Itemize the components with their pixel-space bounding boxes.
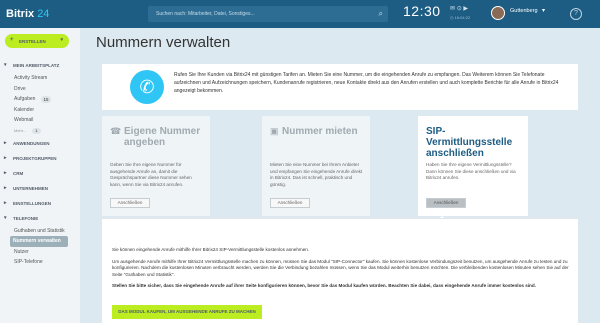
card-title: Nummer mieten xyxy=(282,126,358,137)
tray-icons[interactable]: ✉ ⊙ ▶ xyxy=(450,5,468,12)
menu-icon: ▾ xyxy=(4,62,7,68)
chevron-down-icon: ▾ xyxy=(4,214,7,221)
sidebar-nav: ▾ MEIN ARBEITSPLATZ Activity Stream Drive… xyxy=(0,58,80,268)
sidebar-section-settings[interactable]: ▸ EINSTELLUNGEN xyxy=(0,196,80,211)
details-text-outgoing: Um ausgehende Anrufe mithilfe Ihrer Bitr… xyxy=(112,259,569,277)
create-label: ERSTELLEN xyxy=(19,38,46,44)
details-panel: Sie können eingehende Anrufe mithilfe Ih… xyxy=(102,218,578,323)
details-text-note: Stellen Sie bitte sicher, dass Sie einge… xyxy=(112,283,536,288)
chevron-right-icon: ▸ xyxy=(4,169,7,176)
help-icon[interactable]: ? xyxy=(570,8,582,20)
sidebar-section-label: CRM xyxy=(13,170,24,176)
more-label: Mehr... xyxy=(14,128,27,133)
sidebar-item-numbers[interactable]: Nummern verwalten xyxy=(10,236,68,247)
sidebar-item-label: SIP-Telefone xyxy=(14,259,43,266)
sidebar-section-label: TELEFONIE xyxy=(13,215,39,221)
plus-icon: + xyxy=(10,37,14,43)
page-title: Nummern verwalten xyxy=(96,34,231,51)
sidebar-section-apps[interactable]: ▸ ANWENDUNGEN xyxy=(0,136,80,151)
count-badge: 1 xyxy=(32,127,41,134)
card-title: Eigene Nummer angeben xyxy=(124,126,201,148)
sidebar-item-balance[interactable]: Guthaben und Statistik xyxy=(0,226,80,237)
logo-text: Bitrix xyxy=(6,8,35,20)
chevron-right-icon: ▸ xyxy=(4,199,7,206)
user-name[interactable]: Guttenberg xyxy=(510,8,538,14)
card-title: SIP-Vermittlungsstelle anschließen xyxy=(426,126,513,159)
sidebar-item-label: Nummern verwalten xyxy=(13,238,61,245)
intro-panel: ✆ Rufen Sie Ihre Kunden via Bitrix24 mit… xyxy=(102,64,578,110)
card-sip-pbx[interactable]: SIP-Vermittlungsstelle anschließen Haben… xyxy=(418,116,528,216)
sidebar-section-label: EINSTELLUNGEN xyxy=(13,200,52,206)
card-rent-number[interactable]: ▣ Nummer mieten Mieten Sie eine Nummer b… xyxy=(262,116,370,216)
sidebar-item-sip-phones[interactable]: SIP-Telefone xyxy=(0,257,80,268)
sidebar-section-projects[interactable]: ▸ PROJEKTGRUPPEN xyxy=(0,151,80,166)
connect-button[interactable]: Anschließen xyxy=(110,198,150,208)
chevron-down-icon[interactable]: ▾ xyxy=(542,7,545,14)
card-description: Haben Sie Ihre eigene Vermittlungsstelle… xyxy=(426,162,516,180)
sidebar-section-label: ANWENDUNGEN xyxy=(13,140,50,146)
search-input[interactable]: Suchen nach: Mitarbeiter, Datei, Sonstig… xyxy=(148,6,388,22)
sidebar-more[interactable]: Mehr... 1 xyxy=(0,126,80,136)
sidebar-section-company[interactable]: ▸ UNTERNEHMEN xyxy=(0,181,80,196)
sidebar-item-label: Guthaben und Statistik xyxy=(14,227,65,234)
sidebar-item-tasks[interactable]: Aufgaben 15 xyxy=(0,94,80,105)
count-badge: 15 xyxy=(41,95,51,103)
sidebar-section-label: UNTERNEHMEN xyxy=(13,185,49,191)
sidebar-section-crm[interactable]: ▸ CRM xyxy=(0,166,80,181)
sidebar-item-label: Nutzer xyxy=(14,248,29,255)
logo[interactable]: Bitrix 24 xyxy=(0,8,80,20)
sidebar-item-drive[interactable]: Drive xyxy=(0,84,80,95)
sidebar-item-activity-stream[interactable]: Activity Stream xyxy=(0,73,80,84)
search-icon[interactable]: ⌕ xyxy=(379,9,383,19)
sim-icon: ▣ xyxy=(270,126,279,136)
top-bar: Bitrix 24 Suchen nach: Mitarbeiter, Date… xyxy=(0,0,600,28)
sidebar-section-workspace[interactable]: ▾ MEIN ARBEITSPLATZ xyxy=(0,58,80,73)
tray-status: ◷ 16:04:22 xyxy=(450,15,471,20)
sidebar-section-label: PROJEKTGRUPPEN xyxy=(13,155,57,161)
buy-module-button[interactable]: DAS MODUL KAUFEN, UM AUSGEHENDE ANRUFE Z… xyxy=(112,305,262,319)
card-description: Mieten Sie eine Nummer bei Ihrem Anbiete… xyxy=(270,162,363,187)
clock[interactable]: 12:30 xyxy=(403,3,441,19)
sidebar-item-label: Kalender xyxy=(14,106,35,113)
phone-icon: ✆ xyxy=(130,70,164,104)
search-placeholder: Suchen nach: Mitarbeiter, Datei, Sonstig… xyxy=(156,11,255,17)
create-button[interactable]: + ERSTELLEN ▾ xyxy=(5,34,69,48)
sidebar-section-label: MEIN ARBEITSPLATZ xyxy=(13,63,60,68)
sidebar-item-webmail[interactable]: Webmail xyxy=(0,115,80,126)
chevron-right-icon: ▸ xyxy=(4,139,7,146)
intro-text: Rufen Sie Ihre Kunden via Bitrix24 mit g… xyxy=(174,72,559,94)
card-own-number[interactable]: ☎ Eigene Nummer angeben Geben Sie Ihre e… xyxy=(102,116,210,216)
sidebar-item-label: Drive xyxy=(14,85,26,92)
sidebar-item-label: Aufgaben xyxy=(14,96,36,103)
sidebar-item-label: Webmail xyxy=(14,117,34,124)
chevron-down-icon: ▾ xyxy=(60,37,63,43)
sidebar-item-calendar[interactable]: Kalender xyxy=(0,105,80,116)
connect-button[interactable]: Anschließen xyxy=(270,198,310,208)
card-description: Geben Sie Ihre eigene Nummer für ausgehe… xyxy=(110,162,192,187)
chevron-right-icon: ▸ xyxy=(4,184,7,191)
sidebar-section-telephony[interactable]: ▾ TELEFONIE xyxy=(0,211,80,226)
sidebar-item-label: Activity Stream xyxy=(14,75,48,82)
phone-icon: ☎ xyxy=(110,126,122,136)
main-content: Nummern verwalten ✆ Rufen Sie Ihre Kunde… xyxy=(80,28,600,323)
logo-number: 24 xyxy=(37,8,50,20)
connect-button[interactable]: Anschließen xyxy=(426,198,466,208)
chevron-right-icon: ▸ xyxy=(4,154,7,161)
details-text-incoming: Sie können eingehende Anrufe mithilfe Ih… xyxy=(112,247,310,252)
avatar[interactable] xyxy=(491,6,505,20)
sidebar: + ERSTELLEN ▾ ▾ MEIN ARBEITSPLATZ Activit… xyxy=(0,28,80,323)
sidebar-item-users[interactable]: Nutzer xyxy=(0,247,80,258)
